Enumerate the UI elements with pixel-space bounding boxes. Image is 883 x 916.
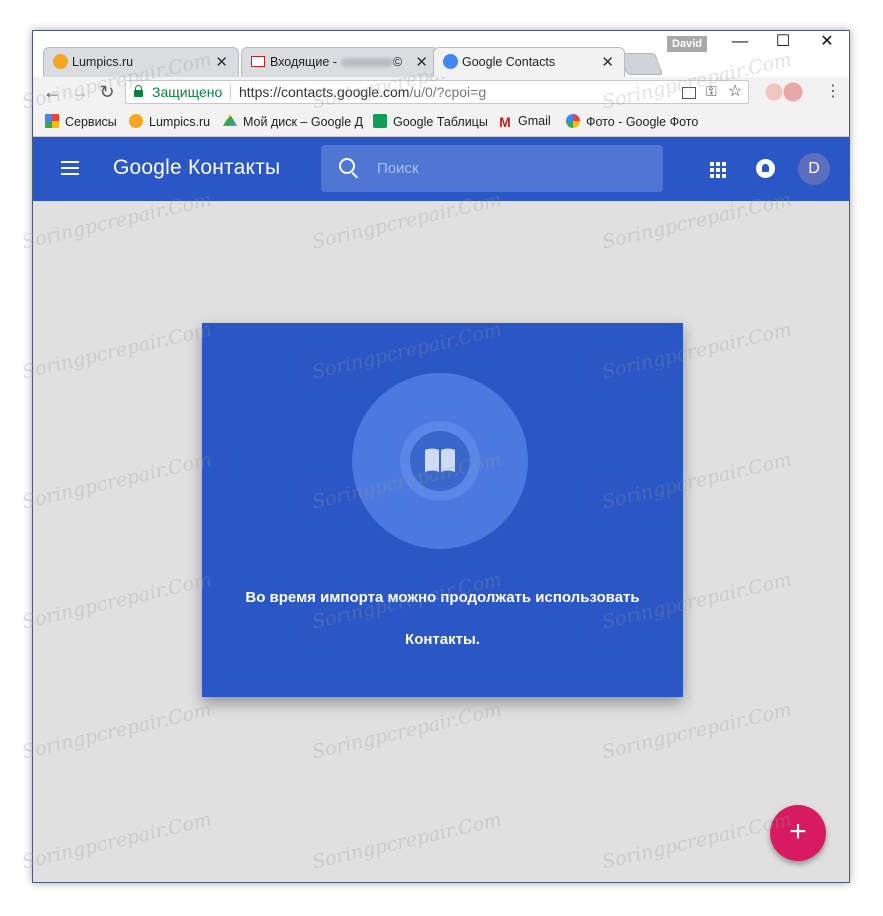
bookmark-sheets[interactable]: Google Таблицы [373, 114, 488, 129]
bookmarks-bar: Сервисы Lumpics.ru Мой диск – Google Д G… [33, 109, 849, 137]
maximize-icon[interactable]: ☐ [761, 31, 805, 53]
bookmark-lumpics[interactable]: Lumpics.ru [129, 114, 210, 129]
bookmark-label: Gmail [518, 114, 551, 128]
drive-icon [223, 114, 237, 126]
bookmark-label: Мой диск – Google Д [243, 115, 364, 129]
tab-close-icon[interactable]: ✕ [601, 53, 614, 71]
import-message-continued: Контакты. [405, 631, 480, 648]
back-icon[interactable]: ← [41, 81, 63, 103]
profile-name[interactable]: David [667, 36, 707, 52]
tab-google-contacts[interactable]: Google Contacts ✕ [433, 47, 625, 77]
import-dialog: Во время импорта можно продолжать исполь… [202, 323, 683, 697]
divider [230, 84, 231, 100]
menu-hamburger-icon[interactable] [61, 161, 79, 175]
tab-strip: Lumpics.ru ✕ Входящие - © ✕ Google Contac… [33, 31, 849, 77]
bookmark-label: Сервисы [65, 115, 117, 129]
app-header: Google Контакты Поиск D [33, 137, 849, 201]
main-content: Во время импорта можно продолжать исполь… [33, 201, 849, 882]
browser-window: Lumpics.ru ✕ Входящие - © ✕ Google Contac… [32, 30, 850, 883]
contacts-icon [443, 54, 458, 69]
gmail-icon: M [499, 114, 511, 130]
illustration [352, 373, 528, 549]
search-box[interactable]: Поиск [321, 145, 663, 192]
import-message: Во время импорта можно продолжать исполь… [245, 589, 640, 606]
tab-title: Входящие - [270, 55, 337, 69]
tab-title: Google Contacts [462, 55, 556, 69]
reload-icon[interactable]: ↻ [96, 81, 118, 103]
orange-icon [53, 54, 68, 69]
redacted-email [340, 58, 393, 68]
bookmark-services[interactable]: Сервисы [45, 114, 117, 129]
notifications-icon[interactable] [756, 159, 775, 178]
bookmark-gmail[interactable]: M Gmail [498, 114, 551, 130]
tab-title-suffix: © [392, 55, 403, 69]
apps-grid-icon[interactable] [710, 162, 726, 178]
avatar[interactable]: D [798, 153, 830, 185]
bookmark-photos[interactable]: Фото - Google Фото [566, 114, 698, 129]
gmail-icon [251, 56, 265, 67]
url-path: /u/0/?cpoi=g [409, 84, 487, 100]
blocked-popup-icon[interactable] [682, 87, 696, 99]
bookmark-label: Фото - Google Фото [586, 115, 699, 129]
book-icon [425, 448, 455, 472]
extension-icon[interactable] [759, 82, 809, 102]
bookmark-drive[interactable]: Мой диск – Google Д [223, 114, 363, 129]
search-input[interactable]: Поиск [377, 160, 419, 177]
tab-inbox[interactable]: Входящие - © ✕ [241, 47, 439, 77]
close-window-icon[interactable]: ✕ [805, 31, 849, 53]
secure-label: Защищено [152, 84, 223, 100]
app-title[interactable]: Google Контакты [113, 156, 280, 180]
minimize-icon[interactable]: — [718, 31, 762, 53]
apps-grid-icon [45, 114, 59, 128]
tab-close-icon[interactable]: ✕ [215, 53, 228, 71]
url-host: https://contacts.google.com [239, 84, 410, 100]
new-tab-button[interactable] [618, 53, 664, 75]
search-icon [339, 158, 355, 174]
lock-icon [134, 85, 143, 97]
key-icon[interactable]: ⚿ [706, 83, 717, 100]
tab-title: Lumpics.ru [72, 55, 134, 69]
tab-lumpics[interactable]: Lumpics.ru ✕ [43, 47, 239, 77]
menu-icon[interactable]: ⋮ [825, 82, 841, 102]
forward-icon[interactable]: → [69, 81, 91, 103]
sheets-icon [373, 114, 387, 128]
url-text[interactable]: https://contacts.google.com/u/0/?cpoi=g [239, 84, 486, 100]
address-bar[interactable]: Защищено https://contacts.google.com/u/0… [125, 80, 749, 104]
add-contact-button[interactable]: + [770, 805, 826, 861]
orange-icon [129, 114, 143, 128]
bookmark-label: Google Таблицы [393, 115, 488, 129]
star-icon[interactable]: ☆ [728, 81, 742, 101]
bookmark-label: Lumpics.ru [149, 115, 211, 129]
tab-close-icon[interactable]: ✕ [415, 53, 428, 71]
browser-toolbar: ← → ↻ Защищено https://contacts.google.c… [33, 77, 849, 109]
photos-icon [566, 114, 580, 128]
